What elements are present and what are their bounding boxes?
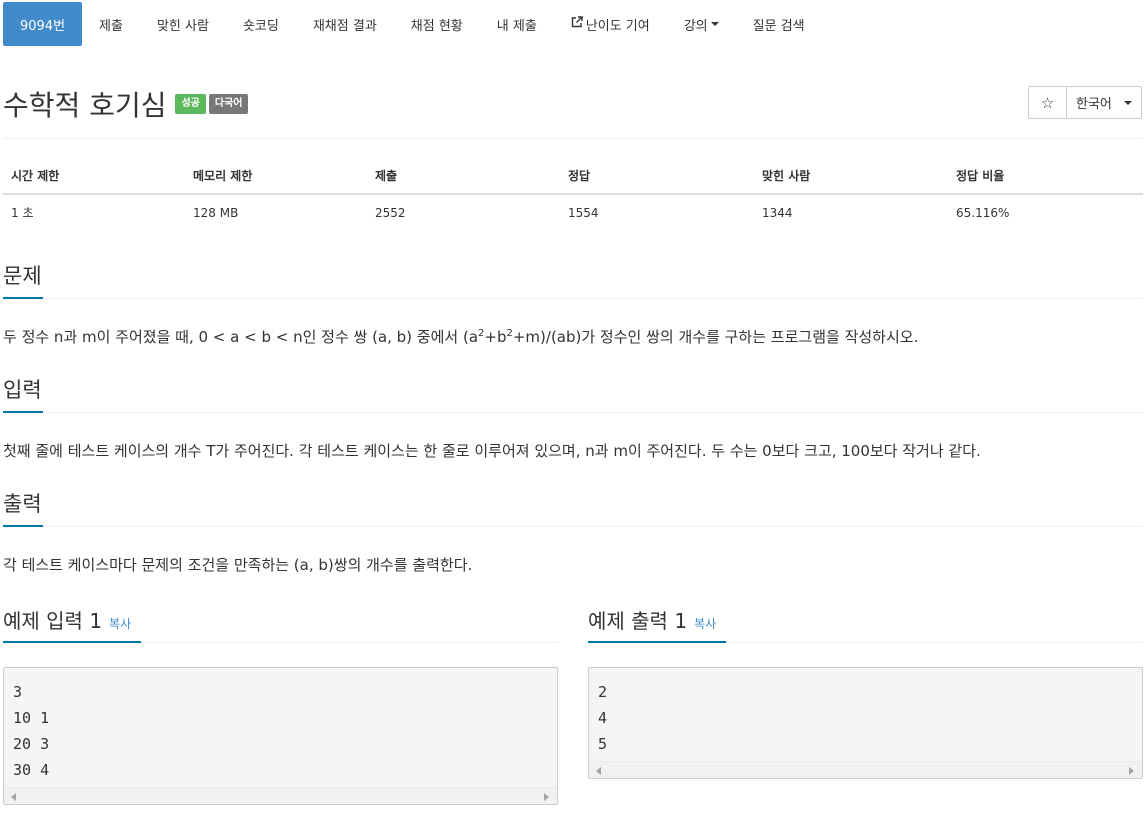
nav-tab-label: 재채점 결과	[312, 18, 377, 34]
problem-info-table: 시간 제한 메모리 제한 제출 정답 맞힌 사람 정답 비율 1 초 128 M…	[3, 158, 1143, 230]
header-solvers: 맞힌 사람	[754, 158, 948, 195]
problem-description-section: 문제 두 정수 n과 m이 주어졌을 때, 0 < a < b < n인 정수 …	[3, 257, 1143, 347]
section-header: 예제 출력 1 복사	[588, 604, 1143, 643]
horizontal-scrollbar[interactable]	[4, 787, 557, 804]
code-line: 4	[598, 709, 608, 727]
accepted-value: 1554	[568, 205, 599, 220]
header-ratio: 정답 비율	[948, 158, 1143, 195]
chevron-down-icon	[1123, 100, 1132, 105]
problem-text: 두 정수 n과 m이 주어졌을 때, 0 < a < b < n인 정수 쌍 (…	[3, 328, 919, 346]
section-title: 예제 입력 1 복사	[3, 609, 132, 633]
star-icon: ☆	[1040, 93, 1055, 112]
nav-tab-my-submissions[interactable]: 내 제출	[480, 2, 554, 46]
code-line: 10 1	[13, 709, 50, 727]
divider	[3, 138, 1143, 139]
section-title: 입력	[3, 378, 42, 402]
output-section: 출력 각 테스트 케이스마다 문제의 조건을 만족하는 (a, b)쌍의 개수를…	[3, 485, 1143, 575]
header-submissions: 제출	[367, 158, 560, 195]
scroll-left-icon[interactable]	[596, 767, 601, 775]
scroll-right-icon[interactable]	[544, 793, 549, 801]
page-title: 수학적 호기심	[3, 89, 167, 122]
input-section: 입력 첫째 줄에 테스트 케이스의 개수 T가 주어진다. 각 테스트 케이스는…	[3, 371, 1143, 461]
nav-tab-solvers[interactable]: 맞힌 사람	[140, 2, 226, 46]
heading-underline	[3, 297, 43, 299]
output-text: 각 테스트 케이스마다 문제의 조건을 만족하는 (a, b)쌍의 개수를 출력…	[3, 556, 473, 574]
scroll-right-icon[interactable]	[1129, 767, 1134, 775]
nav-tab-lectures[interactable]: 강의	[667, 2, 736, 46]
problem-nav-tabs: 9094번 제출 맞힌 사람 숏코딩 재채점 결과 채점 현황 내 제출 난이도…	[3, 2, 822, 46]
heading-underline	[3, 641, 141, 643]
nav-tab-label: 내 제출	[496, 18, 537, 34]
nav-tab-label: 맞힌 사람	[156, 18, 209, 34]
chevron-down-icon	[710, 22, 719, 26]
status-badge-success: 성공	[175, 94, 206, 114]
nav-tab-label: 강의	[683, 18, 708, 34]
nav-tab-problem[interactable]: 9094번	[3, 2, 83, 46]
time-limit-value: 1 초	[11, 206, 34, 220]
copy-output-button[interactable]: 복사	[694, 617, 716, 631]
input-text: 첫째 줄에 테스트 케이스의 개수 T가 주어진다. 각 테스트 케이스는 한 …	[3, 442, 981, 460]
nav-tab-question-search[interactable]: 질문 검색	[736, 2, 822, 46]
section-title: 문제	[3, 264, 42, 288]
heading-underline	[3, 411, 43, 413]
nav-tab-label: 9094번	[20, 18, 66, 34]
external-link-icon	[571, 16, 583, 32]
header-accepted: 정답	[560, 158, 754, 195]
heading-underline	[3, 525, 43, 527]
header-memory-limit: 메모리 제한	[185, 158, 367, 195]
sample-output-section: 예제 출력 1 복사 2 4 5	[588, 604, 1143, 779]
code-line: 20 3	[13, 735, 50, 753]
nav-tab-rejudge[interactable]: 재채점 결과	[296, 2, 394, 46]
problem-title-row: 수학적 호기심 성공 다국어	[3, 84, 249, 124]
horizontal-scrollbar[interactable]	[589, 761, 1142, 778]
sample-input-box[interactable]: 3 10 1 20 3 30 4	[3, 667, 558, 805]
section-header: 출력	[3, 485, 1143, 527]
language-select[interactable]: 한국어	[1066, 86, 1142, 119]
nav-tab-submit[interactable]: 제출	[82, 2, 140, 46]
code-line: 2	[598, 683, 608, 701]
section-header: 입력	[3, 371, 1143, 413]
favorite-button[interactable]: ☆	[1028, 86, 1067, 119]
nav-tab-label: 제출	[99, 18, 123, 34]
section-header: 문제	[3, 257, 1143, 299]
solvers-value: 1344	[762, 205, 793, 220]
sample-output-box[interactable]: 2 4 5	[588, 667, 1143, 779]
heading-underline	[588, 641, 726, 643]
table-header-row: 시간 제한 메모리 제한 제출 정답 맞힌 사람 정답 비율	[3, 158, 1143, 195]
memory-limit-value: 128 MB	[193, 205, 239, 220]
code-line: 30 4	[13, 761, 50, 779]
table-row: 1 초 128 MB 2552 1554 1344 65.116%	[3, 194, 1143, 230]
nav-tab-label: 질문 검색	[752, 18, 805, 34]
nav-tab-label: 채점 현황	[410, 18, 463, 34]
nav-tab-short-coding[interactable]: 숏코딩	[226, 2, 296, 46]
header-time-limit: 시간 제한	[3, 158, 185, 195]
sample-output-code: 2 4 5	[589, 668, 1142, 757]
scroll-left-icon[interactable]	[11, 793, 16, 801]
section-header: 예제 입력 1 복사	[3, 604, 558, 643]
badge-multilang: 다국어	[208, 94, 249, 114]
code-line: 5	[598, 735, 608, 753]
section-title: 예제 출력 1 복사	[588, 609, 717, 633]
sample-input-section: 예제 입력 1 복사 3 10 1 20 3 30 4	[3, 604, 558, 805]
section-title: 출력	[3, 492, 42, 516]
nav-tab-difficulty[interactable]: 난이도 기여	[554, 2, 667, 46]
sample-input-code: 3 10 1 20 3 30 4	[4, 668, 557, 783]
copy-input-button[interactable]: 복사	[109, 617, 131, 631]
nav-tab-label: 숏코딩	[242, 18, 279, 34]
nav-tab-status[interactable]: 채점 현황	[394, 2, 480, 46]
code-line: 3	[13, 683, 23, 701]
submissions-value: 2552	[375, 205, 406, 220]
nav-tab-label: 난이도 기여	[585, 18, 650, 34]
title-actions: ☆ 한국어	[1028, 86, 1142, 119]
ratio-value: 65.116%	[956, 205, 1010, 220]
language-label: 한국어	[1076, 97, 1112, 112]
